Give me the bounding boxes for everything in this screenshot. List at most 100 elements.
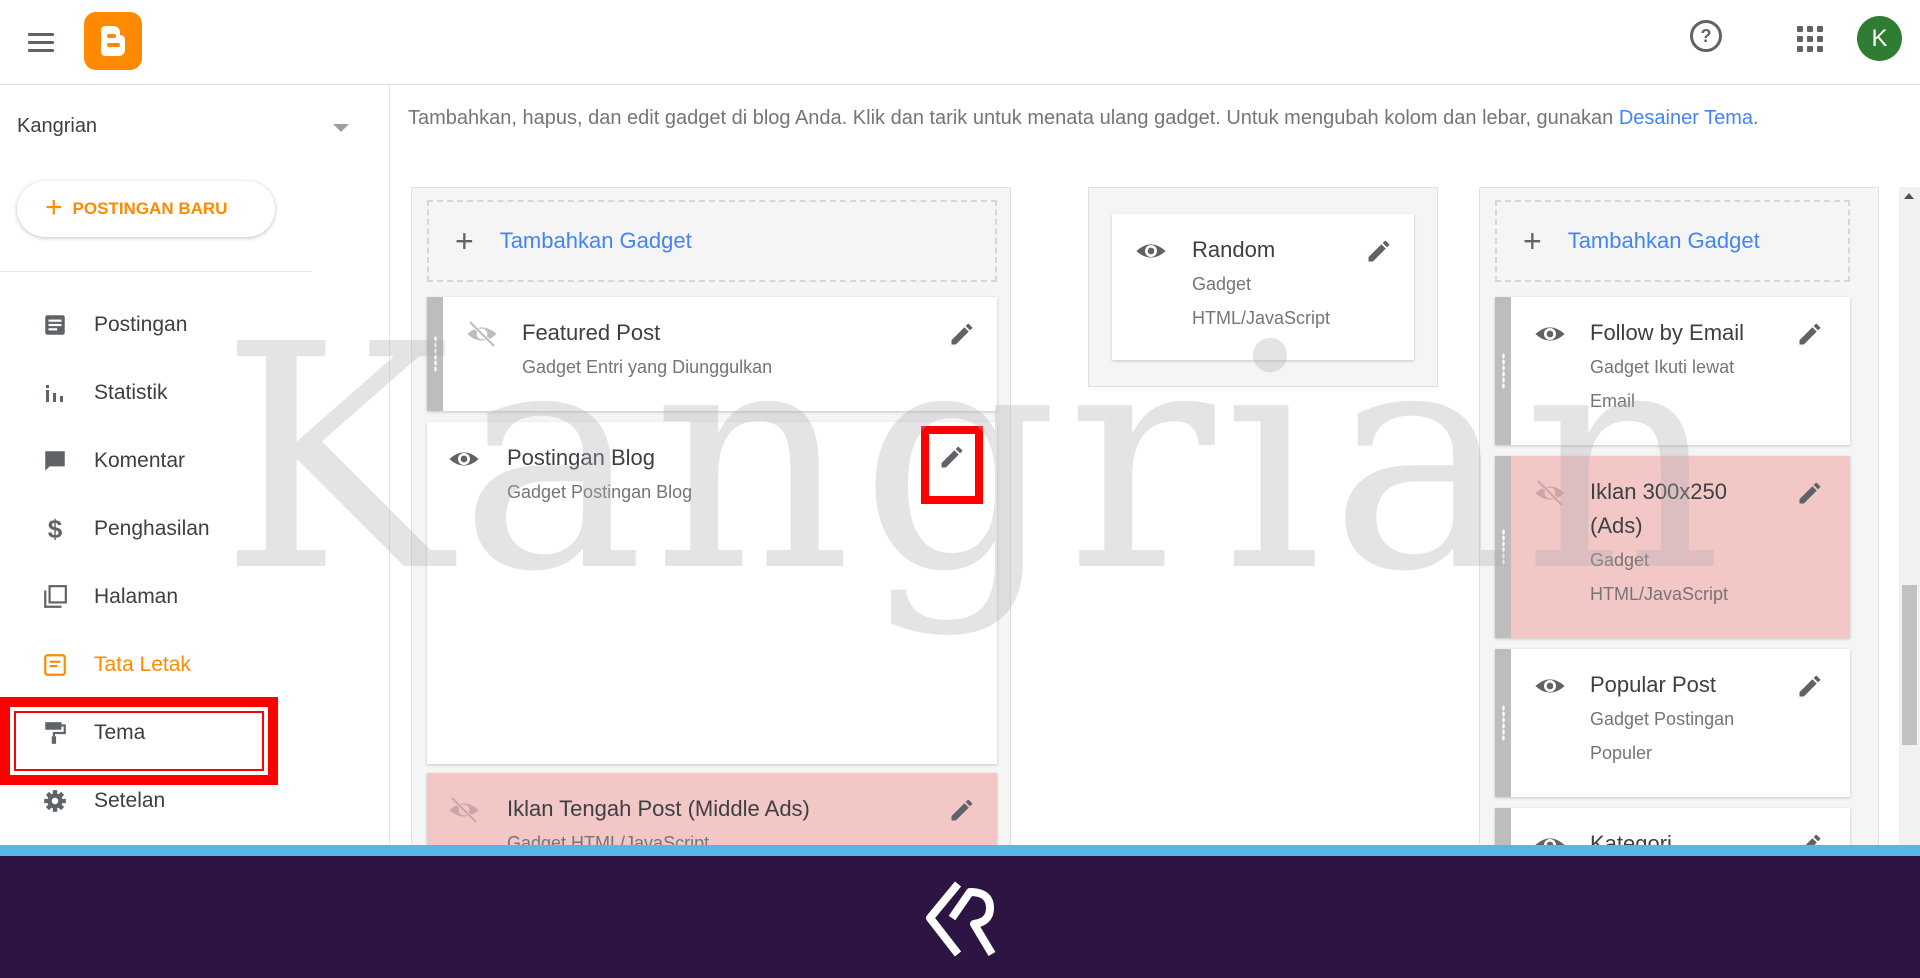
gadget-postingan-blog[interactable]: Postingan Blog Gadget Postingan Blog — [427, 422, 997, 764]
gadget-subtitle: Gadget Entri yang Diunggulkan — [522, 357, 773, 377]
gadget-title: Iklan Tengah Post (Middle Ads) — [507, 796, 810, 821]
eye-off-icon[interactable] — [465, 317, 499, 351]
edit-pencil-icon[interactable] — [945, 317, 979, 351]
eye-off-icon[interactable] — [1533, 476, 1567, 510]
scroll-up-arrow-icon[interactable] — [1904, 193, 1914, 199]
menu-icon[interactable] — [28, 24, 64, 60]
gadget-iklan-300x250[interactable]: Iklan 300x250 (Ads) Gadget HTML/JavaScri… — [1495, 456, 1850, 638]
gadget-subtitle: Email — [1590, 391, 1636, 411]
sidebar-item-label: Halaman — [94, 585, 179, 608]
edit-pencil-icon[interactable] — [1793, 476, 1827, 510]
drag-handle[interactable] — [427, 297, 443, 411]
gadget-iklan-tengah-post[interactable]: Iklan Tengah Post (Middle Ads) Gadget HT… — [427, 773, 997, 845]
edit-pencil-icon[interactable] — [1793, 317, 1827, 351]
instructions-text: Tambahkan, hapus, dan edit gadget di blo… — [408, 107, 1614, 129]
add-gadget-label: Tambahkan Gadget — [499, 228, 692, 253]
dollar-icon: $ — [47, 513, 63, 544]
new-post-label: POSTINGAN BARU — [72, 199, 228, 218]
drag-handle[interactable] — [1495, 649, 1511, 797]
gadget-title: Popular Post — [1590, 672, 1716, 697]
edit-pencil-icon[interactable] — [945, 793, 979, 827]
blog-name: Kangrian — [17, 115, 98, 137]
footer-bar — [0, 856, 1920, 978]
gadget-popular-post[interactable]: Popular Post Gadget Postingan Populer — [1495, 649, 1850, 797]
eye-icon[interactable] — [1533, 669, 1567, 703]
sidebar-item-setelan[interactable]: Setelan — [0, 767, 300, 835]
sidebar-item-halaman[interactable]: Halaman — [0, 563, 300, 631]
eye-off-icon[interactable] — [447, 793, 481, 827]
layout-icon — [40, 650, 70, 680]
posts-icon — [40, 310, 70, 340]
account-avatar[interactable]: K — [1857, 16, 1902, 61]
sidebar-item-label: Statistik — [94, 381, 168, 404]
kr-logo — [926, 881, 996, 957]
gadget-subtitle: Gadget HTML/JavaScript — [507, 833, 710, 845]
sidebar-divider — [0, 271, 312, 272]
sidebar-item-label: Postingan — [94, 313, 188, 336]
gadget-subtitle: Gadget Ikuti lewat — [1590, 357, 1735, 377]
left-column: + Tambahkan Gadget Featured Post Gadget … — [411, 187, 1011, 845]
sidebar-nav: Postingan Statistik Komentar $ Penghasil… — [0, 291, 300, 835]
gadget-subtitle: Gadget — [1192, 274, 1252, 294]
theme-designer-link[interactable]: Desainer Tema — [1619, 107, 1753, 129]
apps-icon[interactable] — [1797, 26, 1823, 52]
sidebar-item-label: Komentar — [94, 449, 186, 472]
sidebar-item-statistik[interactable]: Statistik — [0, 359, 300, 427]
new-post-button[interactable]: + POSTINGAN BARU — [17, 181, 275, 237]
layout-editor: Tambahkan, hapus, dan edit gadget di blo… — [391, 85, 1920, 845]
gadget-title: (Ads) — [1590, 513, 1643, 538]
drag-handle[interactable] — [1495, 456, 1511, 638]
gadget-subtitle: Gadget Postingan — [1590, 709, 1735, 729]
edit-pencil-icon[interactable] — [1793, 828, 1827, 845]
blogger-logo[interactable] — [84, 12, 142, 70]
stats-icon — [40, 378, 70, 408]
gadget-title: Kategori — [1590, 831, 1672, 845]
sidebar: Kangrian + POSTINGAN BARU Postingan Stat… — [0, 85, 390, 845]
blog-selector[interactable]: Kangrian — [17, 115, 357, 145]
eye-icon[interactable] — [447, 442, 481, 476]
sidebar-item-penghasilan[interactable]: $ Penghasilan — [0, 495, 300, 563]
pages-icon — [40, 582, 70, 612]
top-bar: ? K — [0, 0, 1920, 85]
sidebar-item-label: Tema — [94, 721, 146, 744]
sidebar-item-label: Setelan — [94, 789, 166, 812]
plus-icon: + — [1523, 222, 1542, 259]
eye-icon[interactable] — [1134, 234, 1168, 268]
edit-pencil-icon[interactable] — [935, 440, 969, 474]
gadget-title: Iklan 300x250 — [1590, 479, 1727, 504]
gadget-subtitle: Gadget Postingan Blog — [507, 482, 693, 502]
sidebar-item-komentar[interactable]: Komentar — [0, 427, 300, 495]
add-gadget-label: Tambahkan Gadget — [1567, 228, 1760, 253]
sidebar-item-label: Penghasilan — [94, 517, 210, 540]
eye-icon[interactable] — [1533, 317, 1567, 351]
gadget-subtitle: HTML/JavaScript — [1590, 584, 1729, 604]
gadget-kategori[interactable]: Kategori — [1495, 808, 1850, 845]
drag-handle[interactable] — [1495, 808, 1511, 845]
layout-instructions: Tambahkan, hapus, dan edit gadget di blo… — [408, 101, 1898, 135]
gadget-random[interactable]: Random Gadget HTML/JavaScript — [1112, 214, 1414, 360]
sidebar-item-label: Tata Letak — [94, 653, 191, 676]
eye-icon[interactable] — [1533, 828, 1567, 845]
drag-handle[interactable] — [1495, 297, 1511, 445]
dropdown-caret-icon — [333, 124, 349, 132]
add-gadget-button[interactable]: + Tambahkan Gadget — [427, 200, 997, 282]
middle-column: Random Gadget HTML/JavaScript — [1088, 187, 1438, 387]
scrollbar-thumb[interactable] — [1902, 585, 1917, 745]
edit-pencil-icon[interactable] — [1793, 669, 1827, 703]
sidebar-item-postingan[interactable]: Postingan — [0, 291, 300, 359]
add-gadget-button[interactable]: + Tambahkan Gadget — [1495, 200, 1850, 282]
sidebar-item-tema[interactable]: Tema — [0, 699, 300, 767]
plus-icon: + — [455, 222, 474, 259]
sidebar-item-tata-letak[interactable]: Tata Letak — [0, 631, 300, 699]
gadget-subtitle: Gadget — [1590, 550, 1650, 570]
vertical-scrollbar[interactable] — [1899, 187, 1920, 845]
help-icon[interactable]: ? — [1690, 20, 1722, 52]
gadget-title: Random — [1192, 237, 1276, 262]
gadget-follow-by-email[interactable]: Follow by Email Gadget Ikuti lewat Email — [1495, 297, 1850, 445]
edit-pencil-icon[interactable] — [1362, 234, 1396, 268]
gear-icon — [40, 786, 70, 816]
gadget-featured-post[interactable]: Featured Post Gadget Entri yang Diunggul… — [427, 297, 997, 411]
paint-roller-icon — [40, 718, 70, 748]
gadget-title: Postingan Blog — [507, 445, 655, 470]
right-column: + Tambahkan Gadget Follow by Email Gadge… — [1479, 187, 1879, 845]
